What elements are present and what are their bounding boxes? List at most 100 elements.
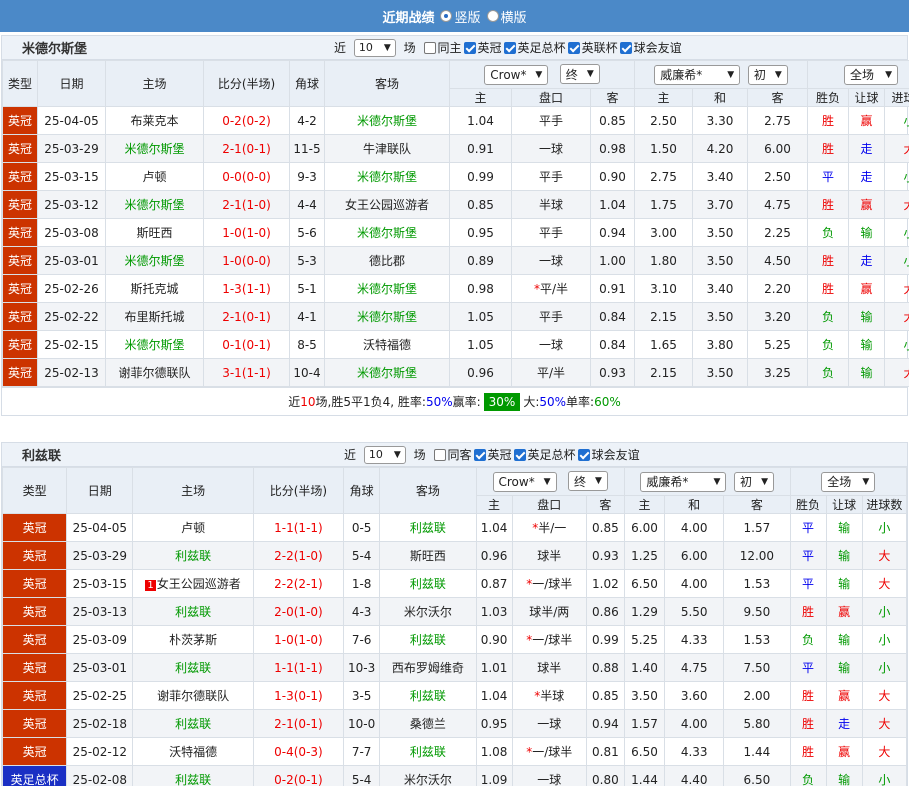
competition-cell[interactable]: 英冠 — [1, 569, 68, 598]
competition-cell[interactable]: 英冠 — [2, 358, 38, 387]
competition-checkbox[interactable] — [503, 41, 516, 54]
competition-cell[interactable]: 英冠 — [2, 246, 38, 275]
home-team-cell[interactable]: 利兹联 — [132, 765, 254, 786]
away-team-cell[interactable]: 德比郡 — [324, 246, 450, 275]
handicap-company-select[interactable]: Crow* ▼ — [484, 64, 549, 85]
competition-cell[interactable]: 英冠 — [1, 737, 68, 766]
same-venue-checkbox[interactable] — [433, 448, 446, 461]
competition-cell[interactable]: 英冠 — [2, 190, 38, 219]
home-team-cell[interactable]: 沃特福德 — [132, 737, 254, 766]
home-team-cell[interactable]: 斯托克城 — [105, 274, 204, 303]
away-team-cell[interactable]: 利兹联 — [379, 569, 477, 598]
handicap-term-select[interactable]: 终 ▼ — [559, 64, 600, 85]
euro-term-select[interactable]: 初 ▼ — [734, 471, 775, 492]
away-team-cell[interactable]: 利兹联 — [379, 737, 477, 766]
competition-cell[interactable]: 英冠 — [2, 134, 38, 163]
radio-icon[interactable] — [486, 10, 499, 22]
score-cell[interactable]: 1-0(1-0) — [203, 218, 290, 247]
competition-cell[interactable]: 英冠 — [2, 274, 38, 303]
home-team-cell[interactable]: 利兹联 — [132, 597, 254, 626]
score-cell[interactable]: 2-0(1-0) — [252, 597, 345, 626]
range-select[interactable]: 全场 ▼ — [821, 471, 876, 492]
away-team-cell[interactable]: 利兹联 — [379, 513, 477, 542]
away-team-cell[interactable]: 女王公园巡游者 — [324, 190, 450, 219]
competition-cell[interactable]: 英冠 — [2, 106, 38, 135]
home-team-cell[interactable]: 米德尔斯堡 — [105, 330, 204, 359]
competition-checkbox[interactable] — [473, 448, 486, 461]
away-team-cell[interactable]: 米德尔斯堡 — [324, 162, 450, 191]
competition-cell[interactable]: 英冠 — [1, 653, 68, 682]
score-cell[interactable]: 1-1(1-1) — [252, 653, 345, 682]
competition-cell[interactable]: 英冠 — [1, 597, 68, 626]
competition-cell[interactable]: 英冠 — [1, 541, 68, 570]
handicap-term-select[interactable]: 终 ▼ — [567, 471, 608, 492]
score-cell[interactable]: 2-1(0-1) — [252, 709, 345, 738]
competition-cell[interactable]: 英冠 — [2, 218, 38, 247]
competition-cell[interactable]: 英冠 — [1, 513, 68, 542]
competition-cell[interactable]: 英冠 — [1, 709, 68, 738]
competition-checkbox[interactable] — [463, 41, 476, 54]
home-team-cell[interactable]: 米德尔斯堡 — [105, 134, 204, 163]
home-team-cell[interactable]: 利兹联 — [132, 541, 254, 570]
away-team-cell[interactable]: 西布罗姆维奇 — [379, 653, 477, 682]
competition-cell[interactable]: 英足总杯 — [1, 765, 68, 786]
score-cell[interactable]: 0-1(0-1) — [203, 330, 290, 359]
away-team-cell[interactable]: 桑德兰 — [379, 709, 477, 738]
competition-cell[interactable]: 英冠 — [1, 681, 68, 710]
horizontal-option[interactable]: 横版 — [486, 7, 527, 26]
home-team-cell[interactable]: 布里斯托城 — [105, 302, 204, 331]
away-team-cell[interactable]: 米德尔斯堡 — [324, 274, 450, 303]
home-team-cell[interactable]: 卢顿 — [105, 162, 204, 191]
away-team-cell[interactable]: 利兹联 — [379, 625, 477, 654]
away-team-cell[interactable]: 米德尔斯堡 — [324, 218, 450, 247]
competition-checkbox[interactable] — [513, 448, 526, 461]
competition-checkbox[interactable] — [567, 41, 580, 54]
score-cell[interactable]: 0-2(0-2) — [203, 106, 290, 135]
competition-cell[interactable]: 英冠 — [1, 625, 68, 654]
match-count-select[interactable]: 10 ▼ — [363, 445, 406, 464]
score-cell[interactable]: 1-3(0-1) — [252, 681, 345, 710]
score-cell[interactable]: 2-2(2-1) — [252, 569, 345, 598]
away-team-cell[interactable]: 米尔沃尔 — [379, 597, 477, 626]
away-team-cell[interactable]: 牛津联队 — [324, 134, 450, 163]
euro-company-select[interactable]: 威廉希* ▼ — [640, 471, 727, 492]
home-team-cell[interactable]: 利兹联 — [132, 653, 254, 682]
euro-term-select[interactable]: 初 ▼ — [747, 64, 788, 85]
score-cell[interactable]: 2-1(0-1) — [203, 134, 290, 163]
competition-cell[interactable]: 英冠 — [2, 302, 38, 331]
competition-checkbox[interactable] — [577, 448, 590, 461]
away-team-cell[interactable]: 米德尔斯堡 — [324, 106, 450, 135]
home-team-cell[interactable]: 利兹联 — [132, 709, 254, 738]
home-team-cell[interactable]: 卢顿 — [132, 513, 254, 542]
home-team-cell[interactable]: 斯旺西 — [105, 218, 204, 247]
home-team-cell[interactable]: 1 女王公园巡游者 — [132, 569, 254, 598]
match-count-select[interactable]: 10 ▼ — [353, 38, 396, 57]
score-cell[interactable]: 2-1(1-0) — [203, 190, 290, 219]
competition-cell[interactable]: 英冠 — [2, 330, 38, 359]
same-venue-checkbox[interactable] — [423, 41, 436, 54]
score-cell[interactable]: 0-4(0-3) — [252, 737, 345, 766]
away-team-cell[interactable]: 利兹联 — [379, 681, 477, 710]
score-cell[interactable]: 2-2(1-0) — [252, 541, 345, 570]
competition-checkbox[interactable] — [619, 41, 632, 54]
away-team-cell[interactable]: 斯旺西 — [379, 541, 477, 570]
away-team-cell[interactable]: 米德尔斯堡 — [324, 302, 450, 331]
home-team-cell[interactable]: 布莱克本 — [105, 106, 204, 135]
euro-company-select[interactable]: 威廉希* ▼ — [654, 64, 741, 85]
vertical-option[interactable]: 竖版 — [440, 7, 481, 26]
away-team-cell[interactable]: 米尔沃尔 — [379, 765, 477, 786]
home-team-cell[interactable]: 米德尔斯堡 — [105, 246, 204, 275]
score-cell[interactable]: 1-0(1-0) — [252, 625, 345, 654]
home-team-cell[interactable]: 朴茨茅斯 — [132, 625, 254, 654]
home-team-cell[interactable]: 谢菲尔德联队 — [132, 681, 254, 710]
home-team-cell[interactable]: 谢菲尔德联队 — [105, 358, 204, 387]
score-cell[interactable]: 0-0(0-0) — [203, 162, 290, 191]
radio-icon[interactable] — [440, 10, 453, 22]
range-select[interactable]: 全场 ▼ — [844, 64, 899, 85]
handicap-company-select[interactable]: Crow* ▼ — [492, 471, 557, 492]
score-cell[interactable]: 1-3(1-1) — [203, 274, 290, 303]
score-cell[interactable]: 1-0(0-0) — [203, 246, 290, 275]
away-team-cell[interactable]: 沃特福德 — [324, 330, 450, 359]
score-cell[interactable]: 1-1(1-1) — [252, 513, 345, 542]
score-cell[interactable]: 2-1(0-1) — [203, 302, 290, 331]
